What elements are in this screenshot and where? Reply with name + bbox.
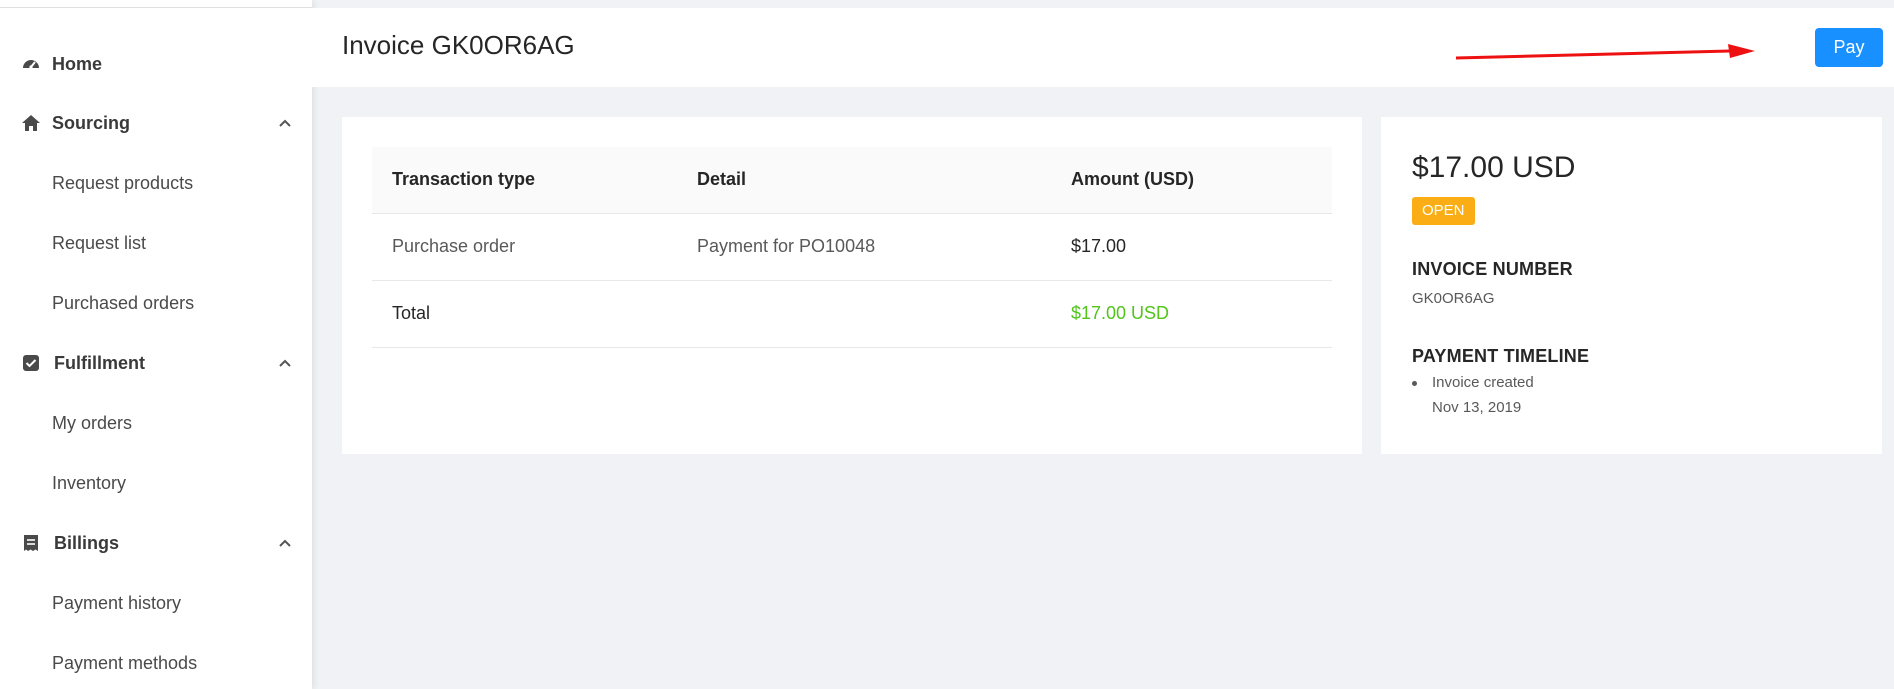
total-label: Total (372, 280, 677, 348)
sidebar-item-label: Request products (52, 172, 194, 193)
sidebar-item-label: Sourcing (52, 112, 131, 133)
payment-timeline-heading: PAYMENT TIMELINE (1412, 346, 1590, 366)
table-row: Purchase order Payment for PO10048 $17.0… (372, 213, 1332, 281)
check-square-icon (20, 352, 42, 374)
invoice-summary-card: $17.00 USD OPEN INVOICE NUMBER GK0OR6AG … (1381, 117, 1882, 454)
timeline-dot (1412, 381, 1417, 386)
chevron-up-icon[interactable] (276, 534, 294, 552)
timeline-item-date: Nov 13, 2019 (1432, 399, 1522, 416)
receipt-icon (20, 532, 42, 554)
timeline-item-title: Invoice created (1432, 374, 1534, 391)
page-title: Invoice GK0OR6AG (342, 30, 575, 60)
sidebar: Home Sourcing Request products Request l… (0, 0, 312, 689)
sidebar-item-request-products[interactable]: Request products (0, 163, 312, 203)
dashboard-icon (20, 53, 42, 75)
sidebar-item-payment-methods[interactable]: Payment methods (0, 643, 312, 683)
sidebar-item-label: Fulfillment (54, 352, 145, 373)
transactions-table: Transaction type Detail Amount (USD) Pur… (372, 147, 1332, 348)
table-header-row: Transaction type Detail Amount (USD) (372, 147, 1332, 214)
sidebar-item-label: Request list (52, 232, 147, 253)
chevron-up-icon[interactable] (276, 114, 294, 132)
total-row: Total $17.00 USD (372, 280, 1332, 348)
sidebar-item-label: Payment history (52, 592, 182, 613)
chevron-up-icon[interactable] (276, 354, 294, 372)
total-amount: $17.00 USD (1051, 280, 1332, 348)
empty-cell (677, 280, 1051, 348)
sidebar-item-fulfillment[interactable]: Fulfillment (0, 343, 312, 383)
pay-button[interactable]: Pay (1815, 28, 1883, 67)
transactions-card: Transaction type Detail Amount (USD) Pur… (342, 117, 1362, 454)
sidebar-item-purchased-orders[interactable]: Purchased orders (0, 283, 312, 323)
sidebar-item-label: Home (52, 53, 103, 74)
sidebar-item-inventory[interactable]: Inventory (0, 463, 312, 503)
detail-cell: Payment for PO10048 (677, 213, 1051, 281)
sidebar-item-label: Billings (54, 532, 120, 553)
invoice-number: GK0OR6AG (1412, 290, 1495, 307)
invoice-number-heading: INVOICE NUMBER (1412, 259, 1573, 279)
sidebar-item-label: Payment methods (52, 652, 198, 673)
sidebar-item-label: Inventory (52, 472, 127, 493)
amount-cell: $17.00 (1051, 213, 1332, 281)
column-header: Detail (677, 147, 1051, 214)
column-header: Transaction type (372, 147, 677, 214)
sidebar-item-label: Purchased orders (52, 292, 195, 313)
annotation-arrow (1455, 44, 1755, 60)
sidebar-item-sourcing[interactable]: Sourcing (0, 103, 312, 143)
invoice-amount: $17.00 USD (1412, 151, 1576, 184)
status-badge: OPEN (1412, 197, 1475, 225)
sidebar-item-label: My orders (52, 412, 133, 433)
sidebar-item-payment-history[interactable]: Payment history (0, 583, 312, 623)
transaction-type-cell: Purchase order (372, 213, 677, 281)
column-header: Amount (USD) (1051, 147, 1332, 214)
sidebar-item-home[interactable]: Home (0, 44, 312, 84)
sidebar-item-billings[interactable]: Billings (0, 523, 312, 563)
sidebar-divider (0, 7, 312, 8)
sidebar-item-my-orders[interactable]: My orders (0, 403, 312, 443)
home-icon (20, 112, 42, 134)
sidebar-item-request-list[interactable]: Request list (0, 223, 312, 263)
